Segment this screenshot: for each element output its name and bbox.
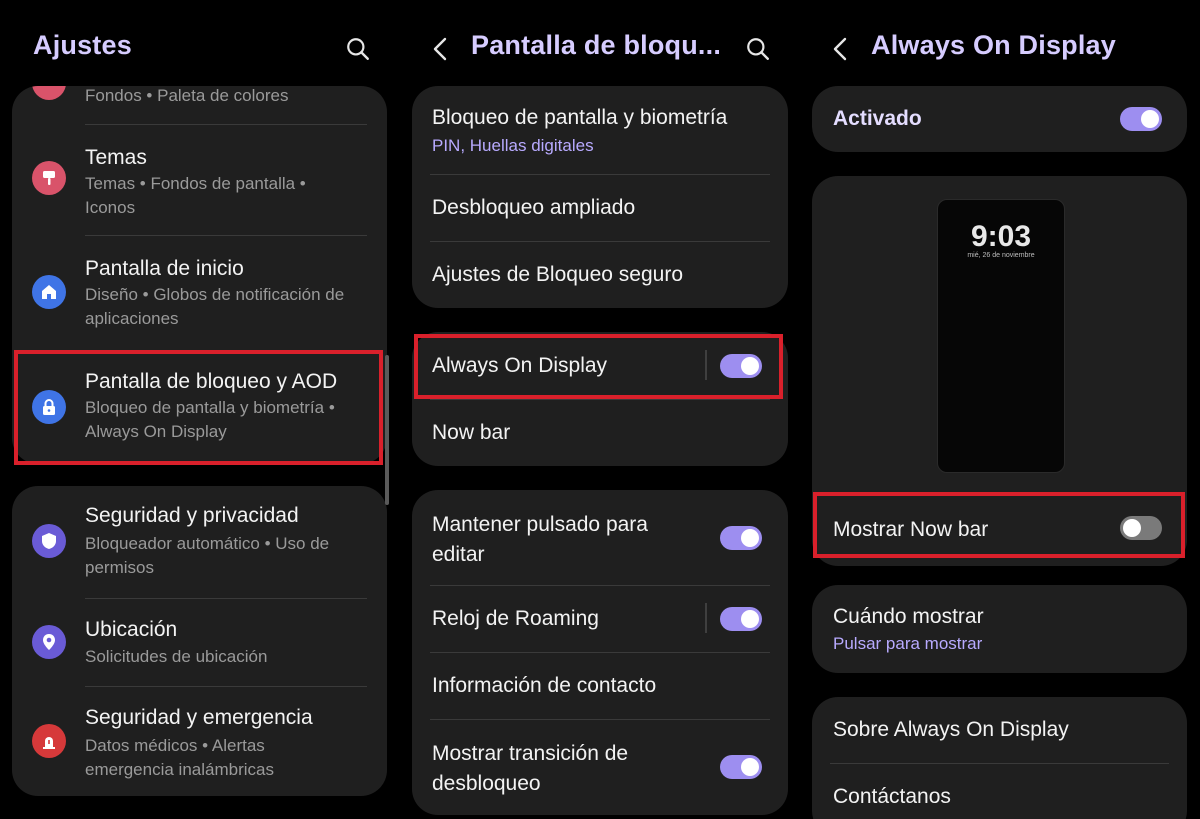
settings-item-title: Cuándo mostrar [833,605,984,628]
settings-item-desbloqueo-ampliado[interactable]: Desbloqueo ampliado [412,174,788,241]
settings-item-title: Pantalla de inicio [85,257,244,280]
settings-item-informacion-contacto[interactable]: Información de contacto [412,652,788,719]
settings-item-cuando-mostrar[interactable]: Cuándo mostrar Pulsar para mostrar [812,585,1187,673]
settings-item-title: Sobre Always On Display [833,718,1069,741]
location-pin-icon [32,625,66,659]
settings-item-subtitle: Datos médicos • Alertas emergencia inalá… [85,736,274,779]
aod-toggle[interactable] [720,354,762,378]
settings-item-mostrar-now-bar[interactable]: Mostrar Now bar [812,498,1187,566]
settings-item-title: Seguridad y emergencia [85,706,313,729]
brush-icon [32,161,66,195]
reloj-roaming-toggle[interactable] [720,607,762,631]
lock-icon [32,390,66,424]
settings-item-subtitle: Solicitudes de ubicación [85,647,268,666]
settings-item-title: Always On Display [432,354,608,377]
settings-item-title: Información de contacto [432,674,657,697]
settings-item-transicion-desbloqueo[interactable]: Mostrar transición de desbloqueo [412,719,788,815]
settings-item-seguridad-emergencia[interactable]: Seguridad y emergencia Datos médicos • A… [12,686,387,796]
aod-panel: Always On Display Activado 9:03 mié, 26 … [800,0,1200,819]
settings-item-title: Contáctanos [833,785,951,808]
preview-clock: 9:03 [970,220,1032,253]
settings-item-title: Ajustes de Bloqueo seguro [432,263,684,286]
master-toggle[interactable] [1120,107,1162,131]
settings-item-title: Temas [85,146,147,169]
settings-item-subtitle: Pulsar para mostrar [833,634,983,653]
mantener-pulsado-toggle[interactable] [720,526,762,550]
settings-item-title: Mostrar transición de desbloqueo [432,742,629,795]
settings-item-bloqueo-biometria[interactable]: Bloqueo de pantalla y biometría PIN, Hue… [412,86,788,174]
settings-item-temas[interactable]: Temas Temas • Fondos de pantalla • Icono… [12,124,387,235]
settings-item-subtitle: Temas • Fondos de pantalla • Iconos [85,174,306,217]
settings-group-card: Always On Display Now bar [412,332,788,466]
settings-item-bloqueo-seguro[interactable]: Ajustes de Bloqueo seguro [412,241,788,308]
back-arrow-icon[interactable] [830,36,852,62]
settings-group-card: Mantener pulsado para editar Reloj de Ro… [412,490,788,815]
settings-item-title: Desbloqueo ampliado [432,196,636,219]
home-icon [32,275,66,309]
master-switch-card[interactable]: Activado [812,86,1187,152]
settings-item-pantalla-inicio[interactable]: Pantalla de inicio Diseño • Globos de no… [12,235,387,348]
aod-preview: 9:03 mié, 26 de noviembre [937,199,1065,473]
settings-item-contactanos[interactable]: Contáctanos [812,763,1187,819]
scrollbar[interactable] [385,355,389,505]
settings-panel: Ajustes Fondos • Paleta de colores Temas… [0,0,400,819]
settings-item-subtitle: PIN, Huellas digitales [432,136,594,155]
settings-item-wallpaper[interactable]: Fondos • Paleta de colores [12,86,387,124]
page-title: Ajustes [33,30,132,60]
settings-item-title: Seguridad y privacidad [85,504,299,527]
shield-icon [32,524,66,558]
settings-item-now-bar[interactable]: Now bar [412,399,788,466]
search-icon[interactable] [745,36,771,62]
settings-group-card: Sobre Always On Display Contáctanos [812,697,1187,819]
settings-item-title: Mantener pulsado para editar [432,513,648,566]
settings-item-subtitle: Diseño • Globos de notificación de aplic… [85,285,345,328]
settings-item-title: Ubicación [85,618,178,641]
settings-item-subtitle: Fondos • Paleta de colores [85,86,289,105]
preview-card: 9:03 mié, 26 de noviembre Mostrar Now ba… [812,176,1187,566]
settings-item-reloj-roaming[interactable]: Reloj de Roaming [412,585,788,652]
settings-item-always-on-display[interactable]: Always On Display [412,332,788,399]
settings-item-subtitle: Bloqueador automático • Uso de permisos [85,534,330,577]
settings-item-sobre-aod[interactable]: Sobre Always On Display [812,697,1187,763]
preview-date: mié, 26 de noviembre [967,252,1035,259]
page-title: Pantalla de bloqu... [471,30,722,60]
settings-item-title: Mostrar Now bar [833,518,989,541]
settings-item-title: Now bar [432,421,511,444]
settings-group-card: Bloqueo de pantalla y biometría PIN, Hue… [412,86,788,308]
now-bar-toggle[interactable] [1120,516,1162,540]
lockscreen-panel: Pantalla de bloqu... Bloqueo de pantalla… [400,0,800,819]
settings-item-pantalla-bloqueo[interactable]: Pantalla de bloqueo y AOD Bloqueo de pan… [12,350,387,464]
settings-item-subtitle: Bloqueo de pantalla y biometría • Always… [85,398,335,441]
settings-group-card: Fondos • Paleta de colores Temas Temas •… [12,86,387,464]
settings-item-title: Bloqueo de pantalla y biometría [432,106,728,129]
settings-group-card: Cuándo mostrar Pulsar para mostrar [812,585,1187,673]
separator [705,603,707,633]
settings-item-seguridad-privacidad[interactable]: Seguridad y privacidad Bloqueador automá… [12,486,387,598]
emergency-icon [32,724,66,758]
search-icon[interactable] [345,36,371,62]
separator [705,350,707,380]
settings-group-card: Seguridad y privacidad Bloqueador automá… [12,486,387,796]
transicion-desbloqueo-toggle[interactable] [720,755,762,779]
page-title: Always On Display [871,30,1116,60]
settings-item-title: Pantalla de bloqueo y AOD [85,370,338,393]
settings-item-title: Reloj de Roaming [432,607,599,630]
palette-icon [32,86,66,100]
settings-item-mantener-pulsado[interactable]: Mantener pulsado para editar [412,490,788,585]
back-arrow-icon[interactable] [430,36,452,62]
settings-item-ubicacion[interactable]: Ubicación Solicitudes de ubicación [12,598,387,686]
master-switch-label: Activado [833,107,922,130]
